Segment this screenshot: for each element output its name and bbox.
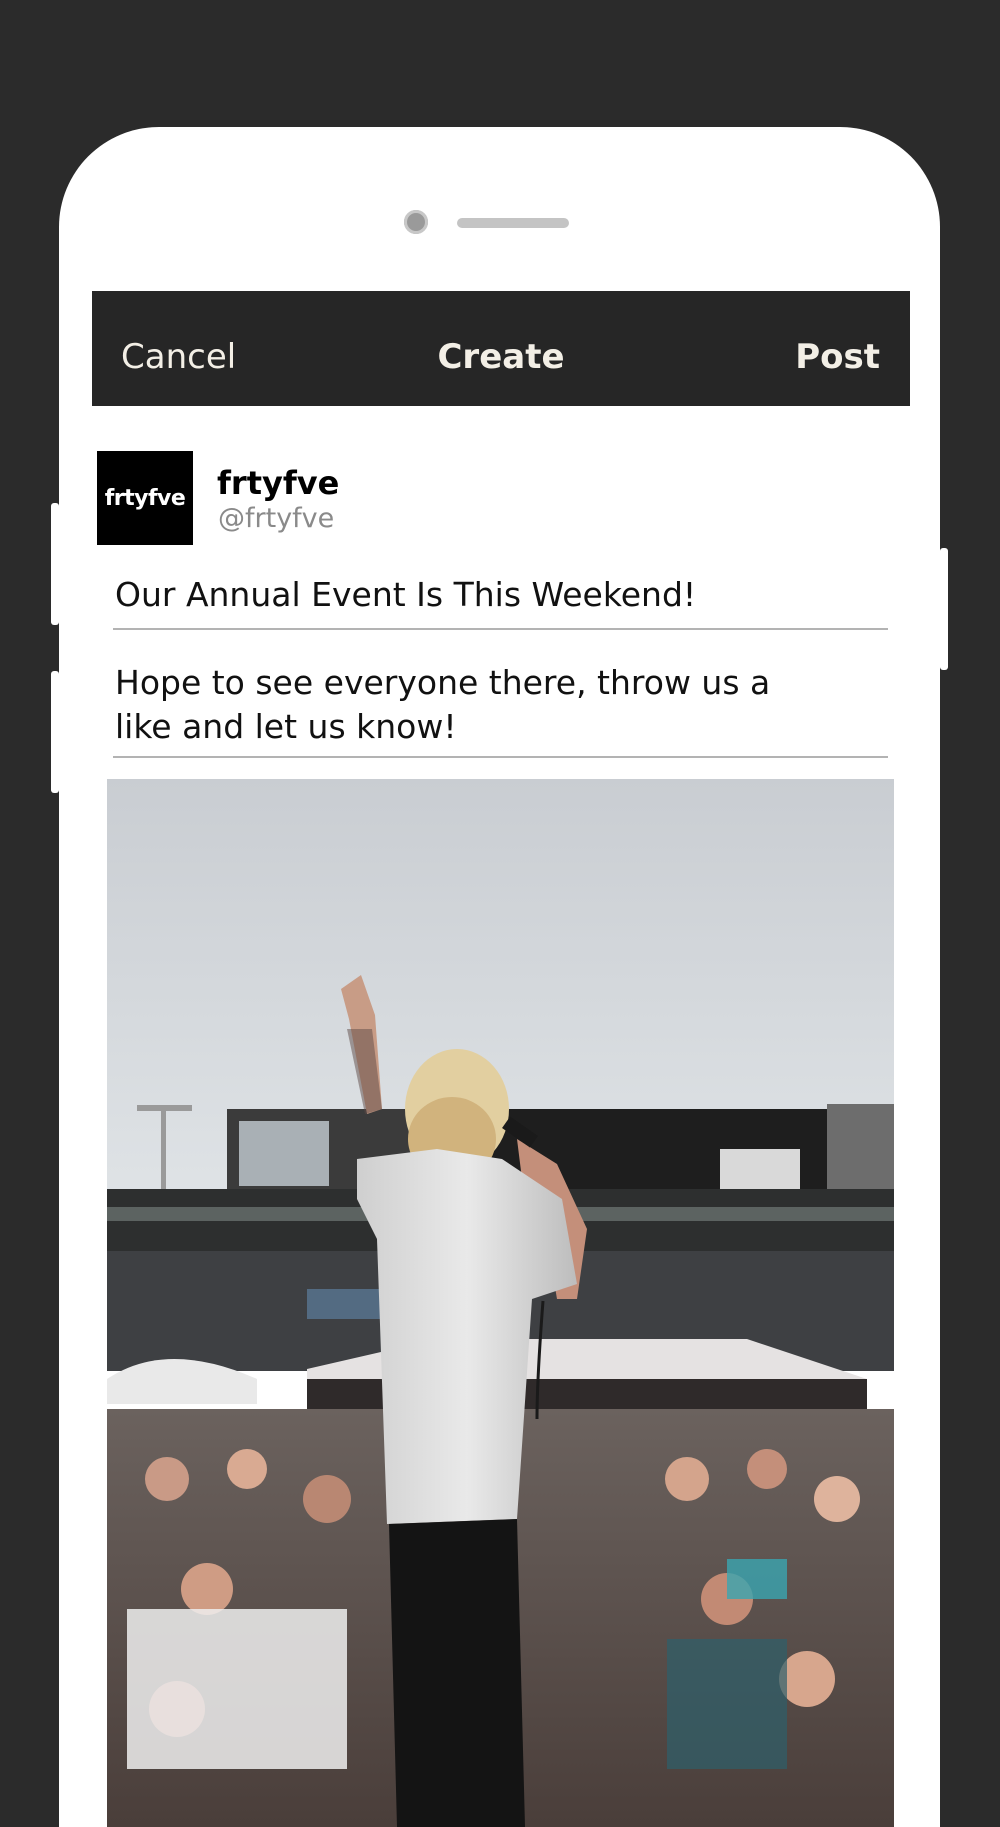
post-body-input[interactable]: Hope to see everyone there, throw us a l…	[113, 661, 888, 758]
volume-up-button	[51, 503, 59, 625]
front-camera-icon	[404, 210, 428, 234]
earpiece-speaker	[457, 218, 569, 228]
account-handle: @frtyfve	[218, 503, 335, 534]
power-button	[940, 548, 948, 670]
create-header-bar: Cancel Create Post	[92, 291, 910, 406]
phone-frame: Cancel Create Post frtyfve frtyfve @frty…	[59, 127, 940, 1827]
account-display-name: frtyfve	[217, 464, 340, 502]
avatar: frtyfve	[97, 451, 193, 545]
post-button[interactable]: Post	[795, 291, 880, 406]
post-title-input[interactable]: Our Annual Event Is This Weekend!	[113, 573, 888, 630]
page-title: Create	[437, 337, 565, 377]
attached-photo[interactable]	[107, 779, 894, 1827]
volume-down-button	[51, 671, 59, 793]
avatar-logo-text: frtyfve	[104, 485, 186, 511]
